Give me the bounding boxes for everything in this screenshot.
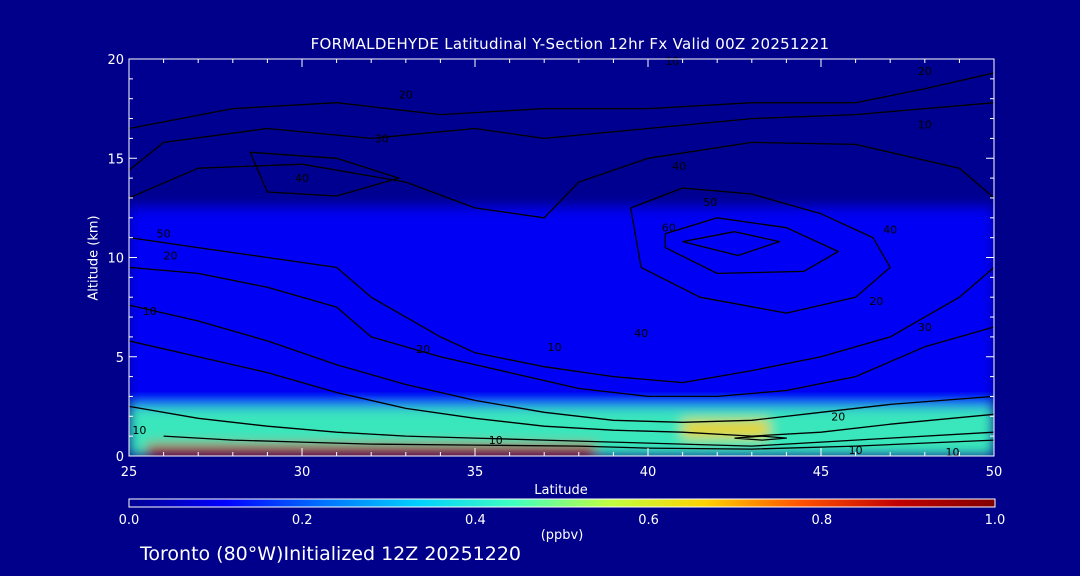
x-tick-label: 30 <box>294 465 311 480</box>
colorbar-tick-label: 0.8 <box>811 513 832 528</box>
field-region <box>129 207 994 407</box>
x-tick-label: 45 <box>813 465 830 480</box>
contour-label: 30 <box>375 132 389 145</box>
contour-label: 10 <box>132 424 146 437</box>
x-tick-label: 25 <box>121 465 138 480</box>
colorbar-tick-label: 0.2 <box>292 513 313 528</box>
contour-label: 30 <box>918 321 932 334</box>
contour-label: 10 <box>945 446 959 459</box>
y-tick-label: 0 <box>116 450 124 465</box>
y-tick-label: 10 <box>107 252 124 267</box>
contour-label: 50 <box>157 228 171 241</box>
x-tick-label: 35 <box>467 465 484 480</box>
colorbar-tick-label: 0.4 <box>465 513 486 528</box>
contour-label: 10 <box>918 119 932 132</box>
field-blend <box>129 59 994 456</box>
contour-label: 40 <box>883 224 897 237</box>
contour-label: 20 <box>164 250 178 263</box>
colorbar-tick-label: 0.6 <box>638 513 659 528</box>
contour-label: 20 <box>399 89 413 102</box>
contour-label: 60 <box>662 222 676 235</box>
section-chart: 102030402010405060 4050201020302040102010… <box>107 53 1006 528</box>
concentration-field <box>129 59 994 456</box>
contour-label: 40 <box>634 327 648 340</box>
colorbar-tick-label: 1.0 <box>985 513 1006 528</box>
contour-label: 10 <box>489 434 503 447</box>
contour-label: 10 <box>665 55 679 68</box>
contour-label: 40 <box>295 172 309 185</box>
y-tick-label: 5 <box>116 351 124 366</box>
contour-label: 10 <box>548 341 562 354</box>
contour-label: 40 <box>672 160 686 173</box>
colorbar: 0.0 0.2 0.4 0.6 0.8 1.0 <box>119 498 1006 528</box>
contour-label: 20 <box>869 295 883 308</box>
contour-label: 50 <box>703 196 717 209</box>
contour-label: 20 <box>918 65 932 78</box>
colorbar-tick-label: 0.0 <box>119 513 140 528</box>
colorbar-ramp <box>128 498 996 508</box>
x-tick-label: 40 <box>640 465 657 480</box>
y-tick-label: 15 <box>107 152 124 167</box>
contour-label: 20 <box>831 410 845 423</box>
contour-label: 10 <box>143 305 157 318</box>
contour-label: 20 <box>416 343 430 356</box>
field-region <box>129 59 994 208</box>
y-tick-label: 20 <box>107 53 124 68</box>
x-tick-label: 50 <box>986 465 1003 480</box>
